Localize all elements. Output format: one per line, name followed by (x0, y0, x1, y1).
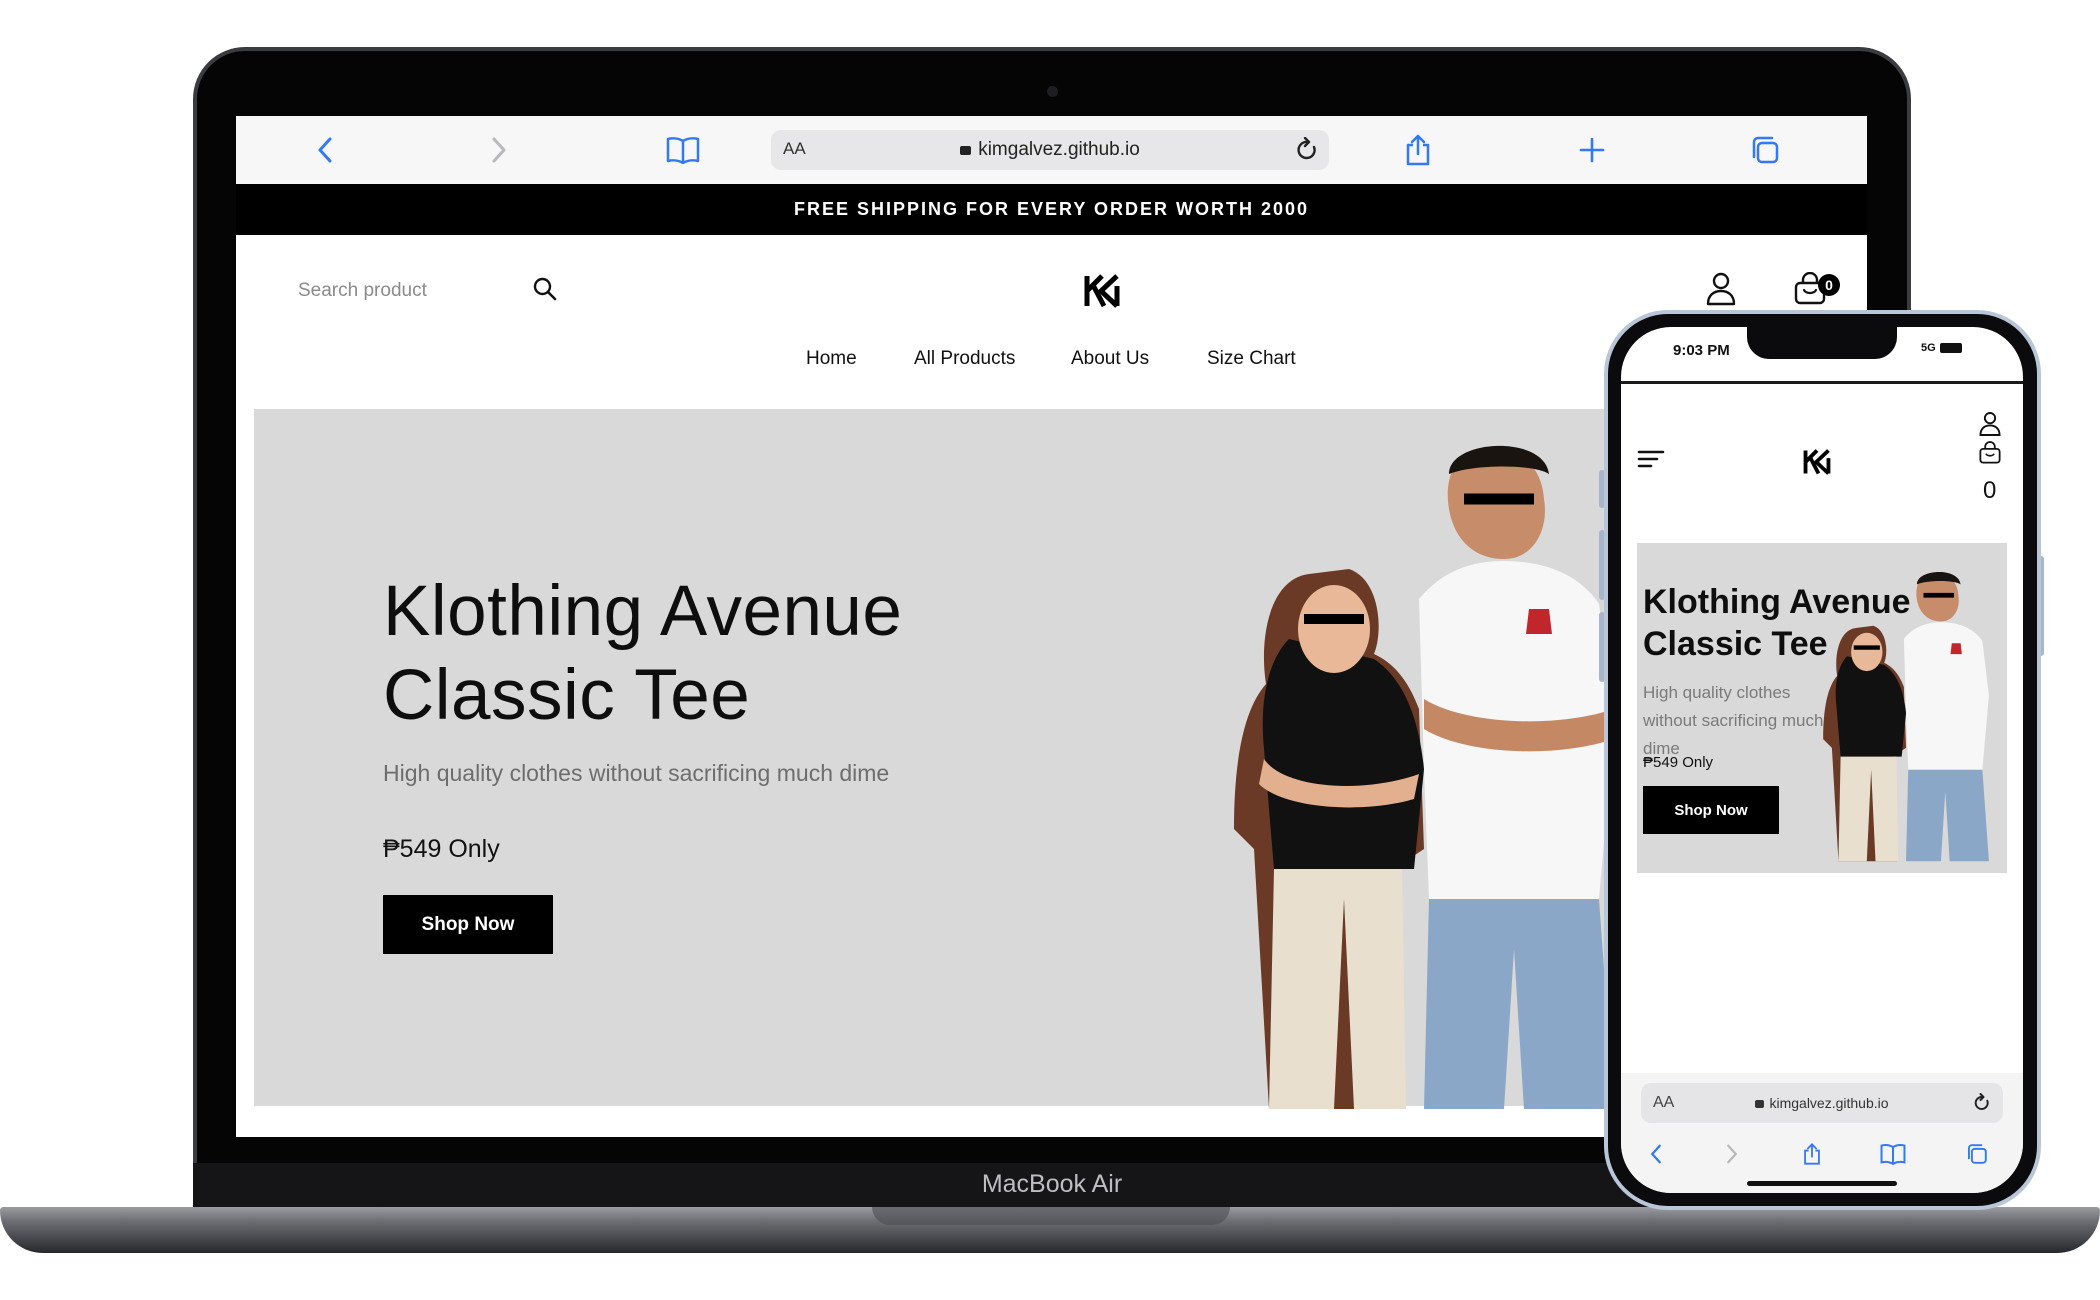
mobile-browser-toolbar: AA kimgalvez.github.io (1621, 1073, 2023, 1193)
mobile-reload-button[interactable] (1973, 1093, 1991, 1118)
nav-all-products[interactable]: All Products (914, 348, 1015, 370)
new-tab-button[interactable] (1572, 130, 1612, 170)
mobile-hero-subtitle: High quality clothes without sacrificing… (1643, 683, 1824, 758)
mobile-share-button[interactable] (1797, 1139, 1827, 1169)
new-tab-icon (1579, 137, 1605, 163)
tabs-icon (1752, 136, 1779, 164)
url-display: kimgalvez.github.io (771, 139, 1329, 161)
account-button[interactable] (1706, 272, 1736, 311)
mobile-tabs-button[interactable] (1962, 1139, 1992, 1169)
search-input[interactable]: Search product (298, 280, 427, 302)
menu-button[interactable] (1637, 449, 1665, 474)
search-button[interactable] (532, 276, 558, 307)
phone-header-divider (1621, 381, 2023, 384)
mobile-url-text: kimgalvez.github.io (1769, 1095, 1889, 1111)
hero-title-line1: Klothing Avenue (383, 572, 903, 651)
mobile-cart-button[interactable] (1979, 441, 2001, 470)
share-icon (1804, 1143, 1820, 1165)
mobile-account-button[interactable] (1979, 411, 2001, 442)
laptop-camera (1047, 86, 1058, 97)
mobile-url-display: kimgalvez.github.io (1641, 1095, 2003, 1111)
share-icon (1406, 134, 1430, 166)
user-icon (1706, 272, 1736, 306)
nav-size-chart[interactable]: Size Chart (1207, 348, 1296, 370)
cart-icon (1979, 441, 2001, 464)
mobile-hero-price: ₱549 Only (1643, 754, 1714, 771)
hero-title-line2: Classic Tee (383, 656, 751, 735)
mobile-hero-banner: Klothing Avenue Classic Tee High quality… (1637, 543, 2007, 873)
laptop-hinge-notch (872, 1207, 1230, 1225)
lock-icon (1755, 1100, 1765, 1108)
mobile-forward-button[interactable] (1717, 1139, 1747, 1169)
status-network: 5G (1921, 342, 1936, 354)
share-button[interactable] (1398, 130, 1438, 170)
bookmarks-icon (666, 137, 700, 164)
logo-icon (1803, 449, 1831, 475)
mobile-shop-now-button[interactable]: Shop Now (1643, 786, 1779, 834)
mobile-hero-title-line2: Classic Tee (1643, 625, 1828, 663)
forward-icon (492, 137, 506, 163)
battery-icon (1939, 343, 1962, 354)
hero-subtitle: High quality clothes without sacrificing… (383, 760, 890, 786)
status-time: 9:03 PM (1673, 342, 1730, 359)
tabs-button[interactable] (1745, 130, 1785, 170)
forward-button[interactable] (479, 130, 519, 170)
mobile-hero-title-line1: Klothing Avenue (1643, 583, 1911, 621)
url-text: kimgalvez.github.io (978, 139, 1140, 160)
mobile-address-bar[interactable]: AA kimgalvez.github.io (1641, 1083, 2003, 1123)
mobile-hero-title: Klothing Avenue Classic Tee (1643, 581, 1911, 665)
back-button[interactable] (305, 130, 345, 170)
hero-title: Klothing Avenue Classic Tee (383, 570, 902, 738)
hero-price: ₱549 Only (383, 835, 500, 863)
cart-count-badge: 0 (1818, 274, 1840, 296)
lock-icon (960, 146, 972, 155)
promo-banner: FREE SHIPPING FOR EVERY ORDER WORTH 2000 (236, 184, 1867, 235)
menu-icon (1637, 450, 1665, 468)
home-indicator (1747, 1181, 1897, 1186)
hero-models-image (1234, 445, 1614, 1109)
reload-button[interactable] (1295, 136, 1319, 168)
shop-now-button[interactable]: Shop Now (383, 895, 553, 954)
bookmarks-button[interactable] (663, 130, 703, 170)
forward-icon (1727, 1144, 1738, 1164)
mobile-site-logo[interactable] (1803, 449, 1831, 480)
reload-icon (1974, 1093, 1989, 1110)
search-icon (533, 277, 557, 301)
status-indicators: 5G (1921, 342, 1962, 354)
browser-toolbar: AA kimgalvez.github.io (236, 116, 1867, 184)
bookmarks-icon (1880, 1144, 1906, 1165)
nav-about-us[interactable]: About Us (1071, 348, 1149, 370)
nav-home[interactable]: Home (806, 348, 857, 370)
user-icon (1979, 412, 2001, 436)
address-bar[interactable]: AA kimgalvez.github.io (771, 130, 1329, 170)
site-logo[interactable] (1084, 274, 1120, 313)
phone-screen: 9:03 PM 5G 0 Klothing Avenue Classic Tee (1621, 327, 2023, 1193)
mobile-back-button[interactable] (1641, 1139, 1671, 1169)
tabs-icon (1967, 1144, 1987, 1164)
reload-icon (1297, 136, 1316, 160)
logo-icon (1084, 274, 1120, 308)
mobile-bookmarks-button[interactable] (1878, 1139, 1908, 1169)
mobile-cart-count: 0 (1983, 477, 1997, 504)
back-icon (318, 137, 332, 163)
phone-notch (1747, 327, 1897, 359)
back-icon (1650, 1144, 1661, 1164)
